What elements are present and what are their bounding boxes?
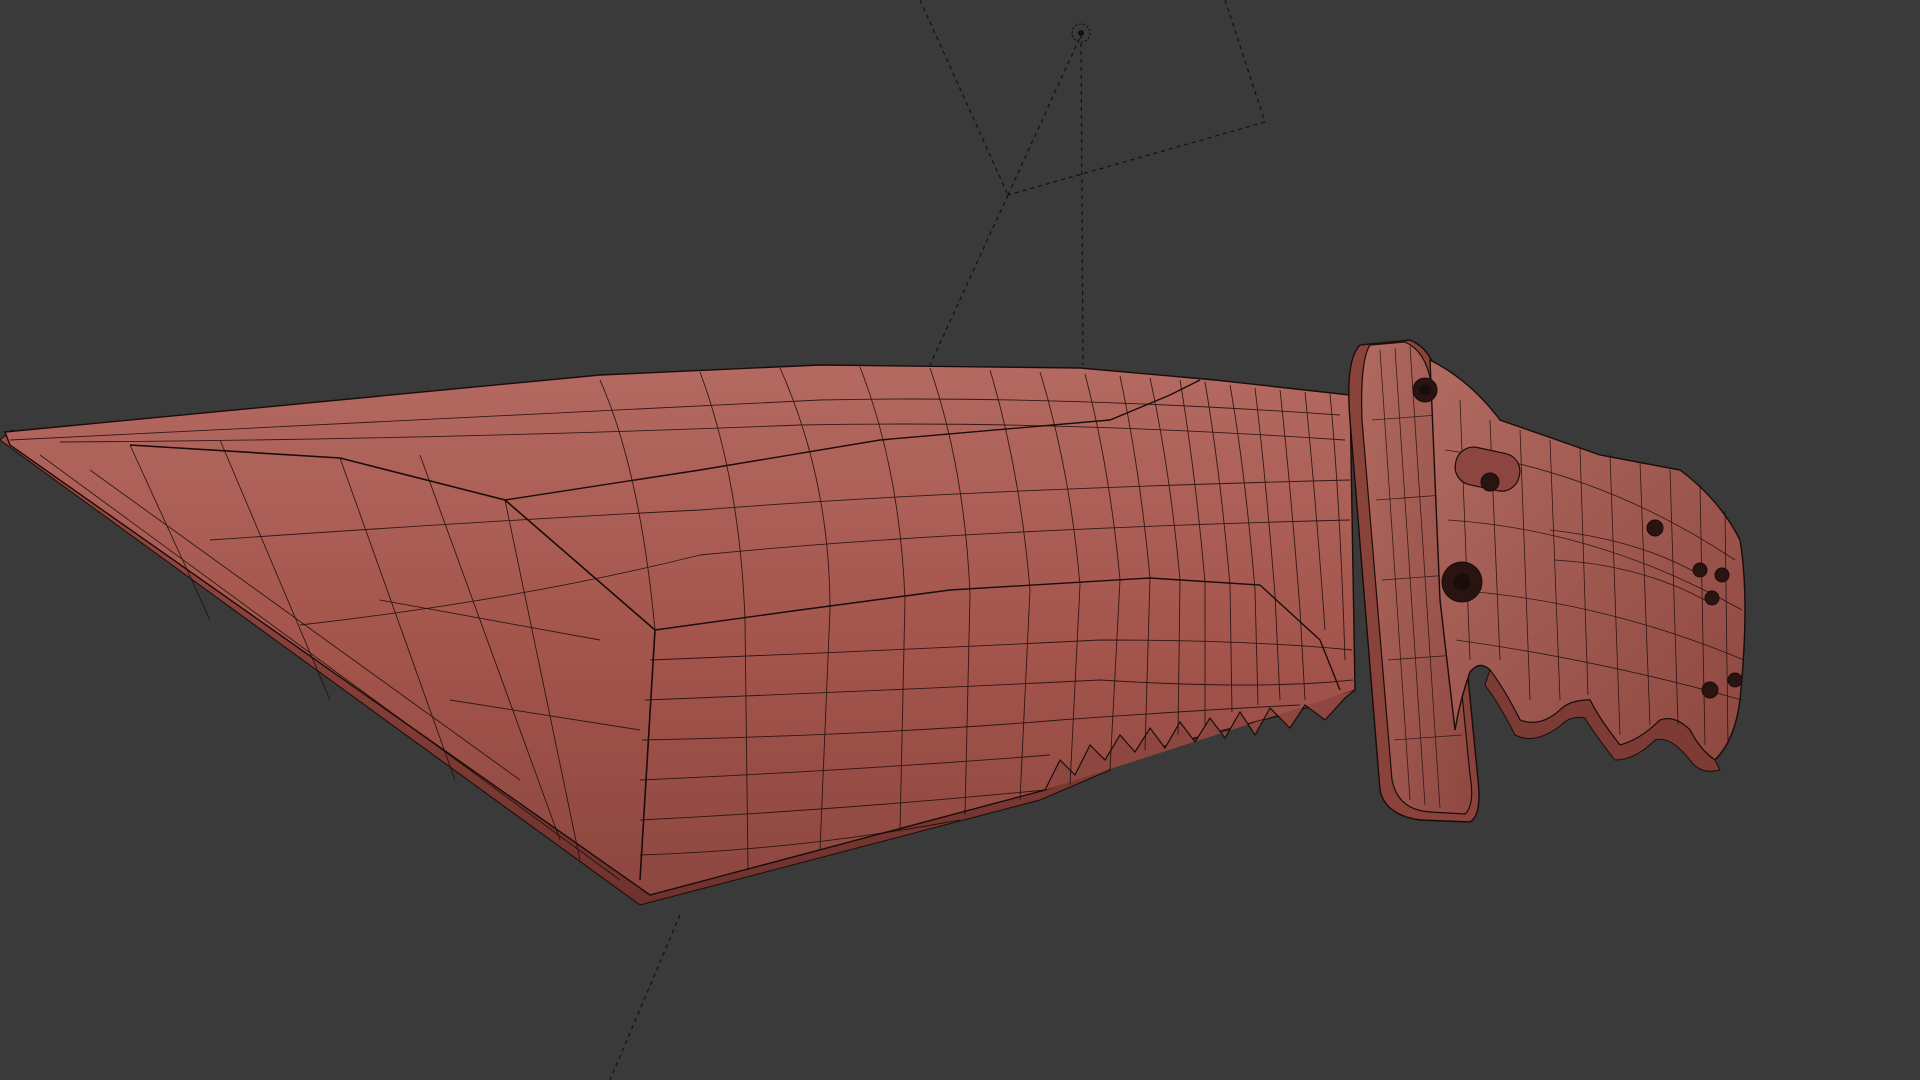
light-icon[interactable] xyxy=(1071,23,1091,43)
blade-body xyxy=(4,364,1356,896)
viewport-canvas[interactable] xyxy=(0,0,1920,1080)
knife-blade[interactable] xyxy=(0,364,1356,906)
3d-viewport[interactable] xyxy=(0,0,1920,1080)
